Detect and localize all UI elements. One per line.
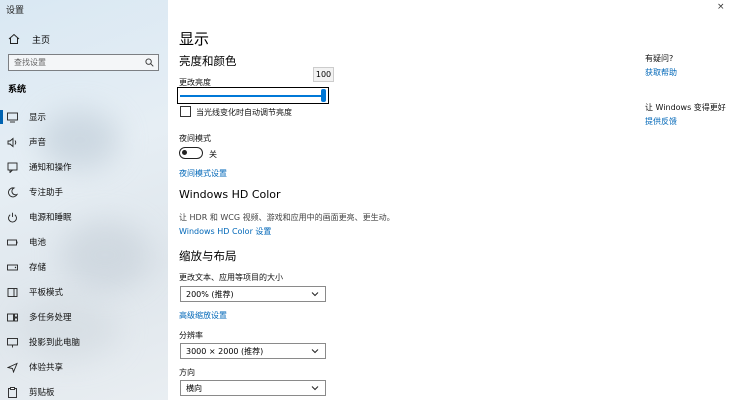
window-title: 设置	[6, 6, 25, 16]
section-label: 系统	[8, 85, 27, 95]
sidebar-item-label: 体验共享	[29, 363, 64, 373]
projector-icon	[7, 337, 18, 347]
feedback-link[interactable]: 提供反馈	[645, 116, 677, 127]
resolution-value: 3000 × 2000 (推荐)	[186, 346, 264, 356]
night-light-label: 夜间模式	[179, 134, 211, 143]
monitor-icon	[7, 112, 18, 122]
layout-heading: 缩放与布局	[179, 249, 237, 263]
improve-title: 让 Windows 变得更好	[645, 103, 726, 112]
tablet-icon	[7, 287, 18, 297]
night-light-state: 关	[209, 150, 217, 159]
sidebar-item-clipboard[interactable]: 剪贴板	[0, 383, 168, 400]
slider-track	[180, 95, 324, 97]
sidebar-item-label: 剪贴板	[29, 388, 55, 398]
question-title: 有疑问?	[645, 54, 674, 63]
sidebar-item-shared-experiences[interactable]: 体验共享	[0, 358, 168, 376]
hdr-settings-link[interactable]: Windows HD Color 设置	[179, 226, 271, 237]
scale-dropdown[interactable]: 200% (推荐)	[180, 286, 326, 302]
get-help-link[interactable]: 获取帮助	[645, 67, 677, 78]
sidebar-item-label: 电源和睡眠	[29, 213, 72, 223]
sidebar-item-label: 平板模式	[29, 288, 64, 298]
sidebar-item-label: 专注助手	[29, 188, 64, 198]
sidebar-item-sound[interactable]: 声音	[0, 133, 168, 151]
home-label: 主页	[32, 35, 51, 46]
resolution-label: 分辨率	[179, 331, 203, 340]
auto-brightness-label: 当光线变化时自动调节亮度	[196, 108, 292, 117]
orientation-value: 横向	[186, 383, 202, 393]
sidebar-item-notifications[interactable]: 通知和操作	[0, 158, 168, 176]
night-light-toggle[interactable]	[179, 147, 203, 159]
sidebar-item-label: 显示	[29, 113, 47, 123]
sidebar-item-multitasking[interactable]: 多任务处理	[0, 308, 168, 326]
orientation-dropdown[interactable]: 横向	[180, 380, 326, 396]
slider-thumb[interactable]	[321, 89, 326, 102]
search-input[interactable]: 查找设置	[8, 54, 159, 71]
hdr-heading: Windows HD Color	[179, 188, 281, 201]
chevron-down-icon	[311, 386, 319, 391]
share-icon	[7, 362, 18, 373]
night-light-settings-link[interactable]: 夜间模式设置	[179, 168, 227, 179]
clipboard-icon	[8, 386, 17, 398]
home-icon	[8, 33, 20, 44]
search-icon	[145, 58, 154, 67]
home-nav[interactable]: 主页	[8, 31, 50, 47]
sidebar-item-project-to-pc[interactable]: 投影到此电脑	[0, 333, 168, 351]
page-title: 显示	[179, 30, 210, 48]
power-icon	[8, 212, 17, 222]
search-placeholder: 查找设置	[14, 58, 46, 67]
notification-icon	[7, 162, 18, 173]
brightness-heading: 亮度和颜色	[179, 54, 237, 68]
sidebar-item-power-sleep[interactable]: 电源和睡眠	[0, 208, 168, 226]
sidebar-item-label: 存储	[29, 263, 47, 273]
resolution-dropdown[interactable]: 3000 × 2000 (推荐)	[180, 343, 326, 359]
sidebar-item-storage[interactable]: 存储	[0, 258, 168, 276]
sidebar-item-label: 投影到此电脑	[29, 338, 81, 348]
scale-label: 更改文本、应用等项目的大小	[179, 273, 283, 282]
main-content: × 显示 亮度和颜色 更改亮度 100 当光线变化时自动调节亮度 夜间模式 关 …	[168, 0, 737, 400]
battery-icon	[7, 239, 18, 245]
sidebar-item-battery[interactable]: 电池	[0, 233, 168, 251]
brightness-slider[interactable]	[177, 87, 329, 104]
auto-brightness-checkbox[interactable]	[180, 106, 191, 117]
storage-icon	[7, 264, 18, 270]
multitask-icon	[7, 313, 18, 321]
chevron-down-icon	[311, 292, 319, 297]
advanced-scaling-link[interactable]: 高级缩放设置	[179, 310, 227, 321]
orientation-label: 方向	[179, 368, 195, 377]
sidebar-item-label: 声音	[29, 138, 47, 148]
sidebar-item-tablet-mode[interactable]: 平板模式	[0, 283, 168, 301]
sidebar-item-label: 电池	[29, 238, 47, 248]
hdr-description: 让 HDR 和 WCG 视频、游戏和应用中的画面更亮、更生动。	[179, 213, 395, 222]
chevron-down-icon	[311, 349, 319, 354]
sidebar-item-display[interactable]: 显示	[0, 108, 168, 126]
moon-icon	[8, 186, 18, 197]
sidebar-item-focus-assist[interactable]: 专注助手	[0, 183, 168, 201]
brightness-tooltip: 100	[313, 67, 334, 82]
sidebar-item-label: 多任务处理	[29, 313, 72, 323]
background-blur	[60, 220, 150, 290]
speaker-icon	[7, 137, 17, 147]
scale-value: 200% (推荐)	[186, 289, 234, 299]
sidebar-item-label: 通知和操作	[29, 163, 72, 173]
close-icon[interactable]: ×	[717, 2, 725, 12]
sidebar: 设置 主页 查找设置 系统 显示 声音 通知和操作 专注助手 电源和睡眠 电池 …	[0, 0, 168, 400]
